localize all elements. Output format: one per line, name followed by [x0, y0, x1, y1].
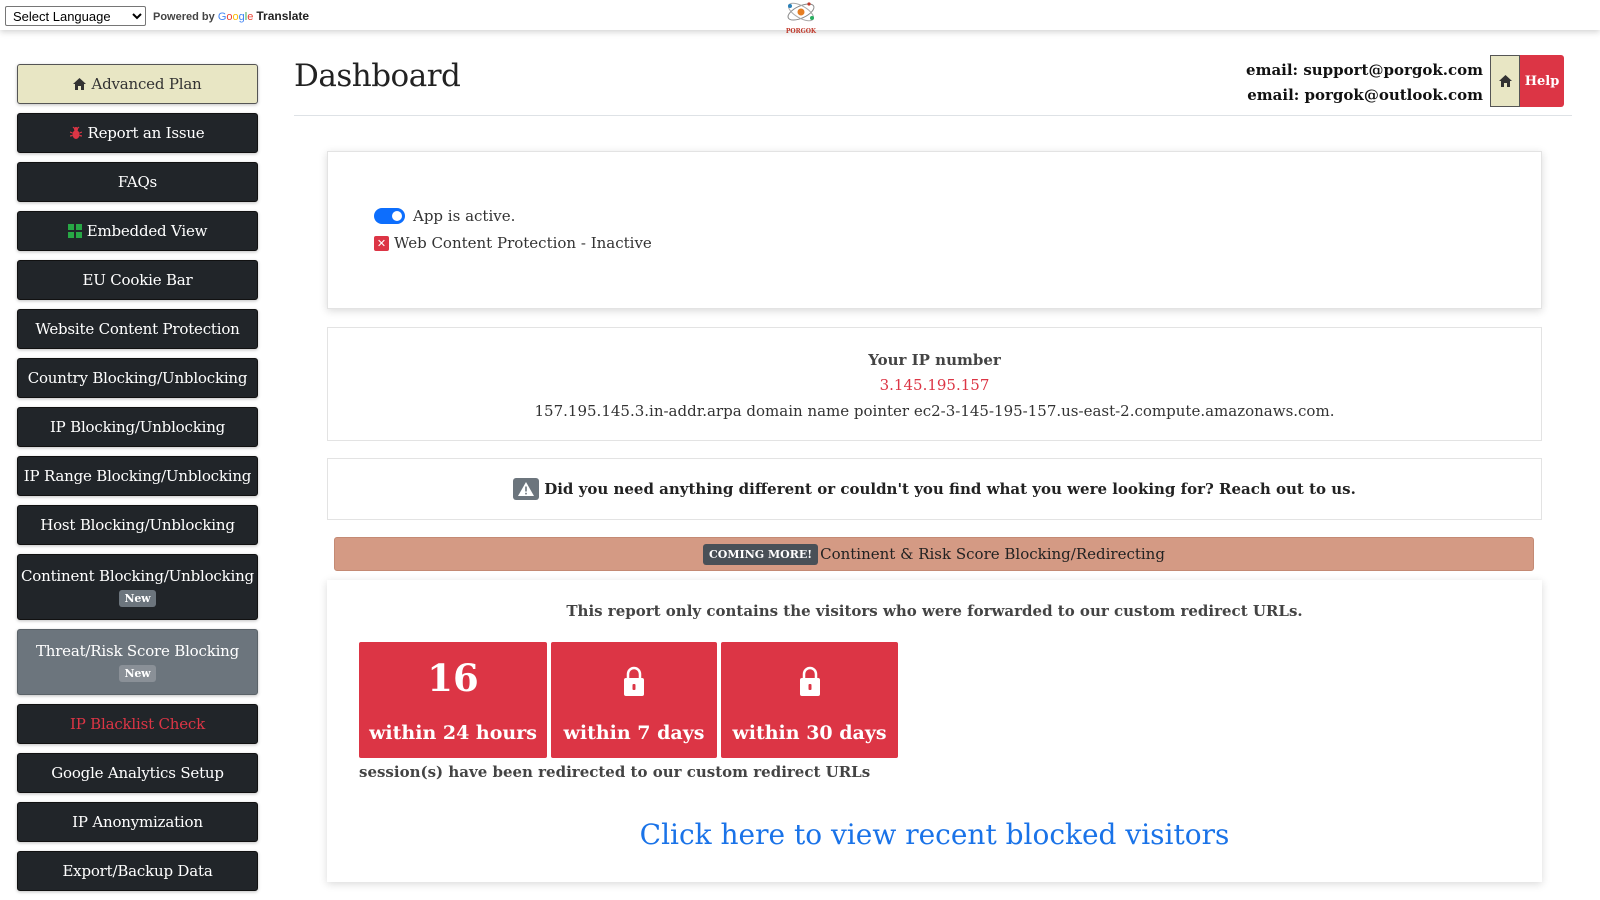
outlook-email[interactable]: email: porgok@outlook.com [1246, 83, 1483, 108]
sidebar-item-label: Embedded View [86, 222, 208, 240]
app-active-status: App is active. [374, 207, 515, 225]
contact-emails: email: support@porgok.com email: porgok@… [1246, 58, 1483, 108]
web-protection-status: ✕ Web Content Protection - Inactive [374, 234, 652, 252]
page-title: Dashboard [294, 58, 461, 94]
translate-bar: Select Language Powered by Google Transl… [0, 0, 1600, 35]
sidebar-item-label: Advanced Plan [91, 75, 202, 93]
porgok-logo-text: PORGOK [785, 28, 817, 35]
sidebar-item-eu-cookie-bar[interactable]: EU Cookie Bar [17, 260, 258, 300]
sidebar-item-ip-blocking[interactable]: IP Blocking/Unblocking [17, 407, 258, 447]
sidebar-item-google-analytics-setup[interactable]: Google Analytics Setup [17, 753, 258, 793]
powered-by-google-translate[interactable]: Powered by Google Translate [153, 9, 309, 23]
sidebar-item-export-backup[interactable]: Export/Backup Data [17, 851, 258, 891]
coming-more-text: Continent & Risk Score Blocking/Redirect… [820, 545, 1165, 563]
report-description: This report only contains the visitors w… [566, 602, 1303, 620]
coming-more-bar: COMING MORE! Continent & Risk Score Bloc… [334, 537, 1534, 571]
sidebar-item-label: Host Blocking/Unblocking [40, 516, 235, 534]
sidebar-item-report-issue[interactable]: Report an Issue [17, 113, 258, 153]
grid-icon [67, 224, 82, 238]
powered-by-text: Powered by [153, 11, 215, 23]
translate-text: Translate [256, 9, 310, 23]
help-button[interactable]: Help [1520, 55, 1564, 107]
ip-value: 3.145.195.157 [879, 376, 990, 394]
reach-out-text: Did you need anything different or could… [544, 480, 1356, 498]
view-blocked-visitors-link[interactable]: Click here to view recent blocked visito… [327, 818, 1542, 851]
sidebar-item-ip-blacklist-check[interactable]: IP Blacklist Check [17, 704, 258, 744]
web-protection-text: Web Content Protection - Inactive [394, 234, 652, 252]
language-select[interactable]: Select Language [5, 6, 146, 26]
sidebar-item-label: Country Blocking/Unblocking [27, 369, 248, 387]
sidebar-item-label: Export/Backup Data [62, 862, 213, 880]
ip-card: Your IP number 3.145.195.157 157.195.145… [327, 327, 1542, 441]
lock-icon [624, 666, 644, 696]
sidebar-item-country-blocking[interactable]: Country Blocking/Unblocking [17, 358, 258, 398]
sidebar-item-label: Report an Issue [87, 124, 205, 142]
google-logo-text: Google [217, 11, 254, 23]
stat-label: within 7 days [563, 722, 705, 744]
stat-24-hours: 16 within 24 hours [359, 642, 547, 758]
header-divider [294, 115, 1572, 116]
sessions-redirected-text: session(s) have been redirected to our c… [359, 763, 871, 781]
sidebar-item-label: IP Blacklist Check [69, 715, 206, 733]
sidebar-item-label: Google Analytics Setup [51, 764, 224, 782]
stat-7-days: within 7 days [551, 642, 717, 758]
bug-icon [70, 126, 83, 139]
sidebar-item-advanced-plan[interactable]: Advanced Plan [17, 64, 258, 104]
stat-value: 16 [427, 656, 479, 700]
reach-out-card[interactable]: Did you need anything different or could… [327, 458, 1542, 520]
lock-icon [799, 666, 820, 696]
sidebar-item-label: FAQs [117, 173, 158, 191]
ip-pointer: 157.195.145.3.in-addr.arpa domain name p… [534, 402, 1335, 420]
sidebar-item-label: IP Range Blocking/Unblocking [23, 467, 252, 485]
new-badge: New [118, 590, 157, 607]
close-icon: ✕ [374, 235, 389, 251]
sidebar-item-label: Website Content Protection [35, 320, 240, 338]
sidebar-item-embedded-view[interactable]: Embedded View [17, 211, 258, 251]
stat-label: within 30 days [732, 722, 887, 744]
sidebar-item-faqs[interactable]: FAQs [17, 162, 258, 202]
sidebar-item-label: IP Anonymization [72, 813, 203, 831]
stat-label: within 24 hours [369, 722, 537, 744]
porgok-logo-icon [787, 2, 815, 22]
report-card: This report only contains the visitors w… [327, 580, 1542, 882]
sidebar-item-ip-range-blocking[interactable]: IP Range Blocking/Unblocking [17, 456, 258, 496]
coming-more-badge: COMING MORE! [703, 543, 819, 565]
sidebar-item-continent-blocking[interactable]: Continent Blocking/Unblocking New [17, 554, 258, 620]
home-icon [73, 78, 87, 90]
support-email[interactable]: email: support@porgok.com [1246, 58, 1483, 83]
ip-label: Your IP number [868, 351, 1001, 369]
stat-30-days: within 30 days [721, 642, 898, 758]
sidebar-item-label: Threat/Risk Score Blocking [35, 642, 240, 660]
home-button[interactable] [1490, 55, 1520, 107]
sidebar-item-threat-risk-score-blocking[interactable]: Threat/Risk Score Blocking New [17, 629, 258, 695]
sidebar-item-label: EU Cookie Bar [82, 271, 193, 289]
sidebar-item-ip-anonymization[interactable]: IP Anonymization [17, 802, 258, 842]
app-active-text: App is active. [413, 207, 516, 225]
sidebar-item-label: IP Blocking/Unblocking [49, 418, 226, 436]
status-card: App is active. ✕ Web Content Protection … [327, 151, 1542, 309]
app-active-toggle[interactable] [374, 208, 405, 224]
sidebar-item-label: Continent Blocking/Unblocking [21, 567, 254, 585]
sidebar-item-host-blocking[interactable]: Host Blocking/Unblocking [17, 505, 258, 545]
sidebar-nav: Advanced Plan Report an Issue FAQs Embed… [17, 64, 258, 900]
new-badge: New [118, 665, 157, 682]
warning-icon [513, 478, 540, 500]
porgok-logo[interactable]: PORGOK [776, 0, 826, 38]
home-icon [1498, 75, 1512, 87]
sidebar-item-website-content-protection[interactable]: Website Content Protection [17, 309, 258, 349]
